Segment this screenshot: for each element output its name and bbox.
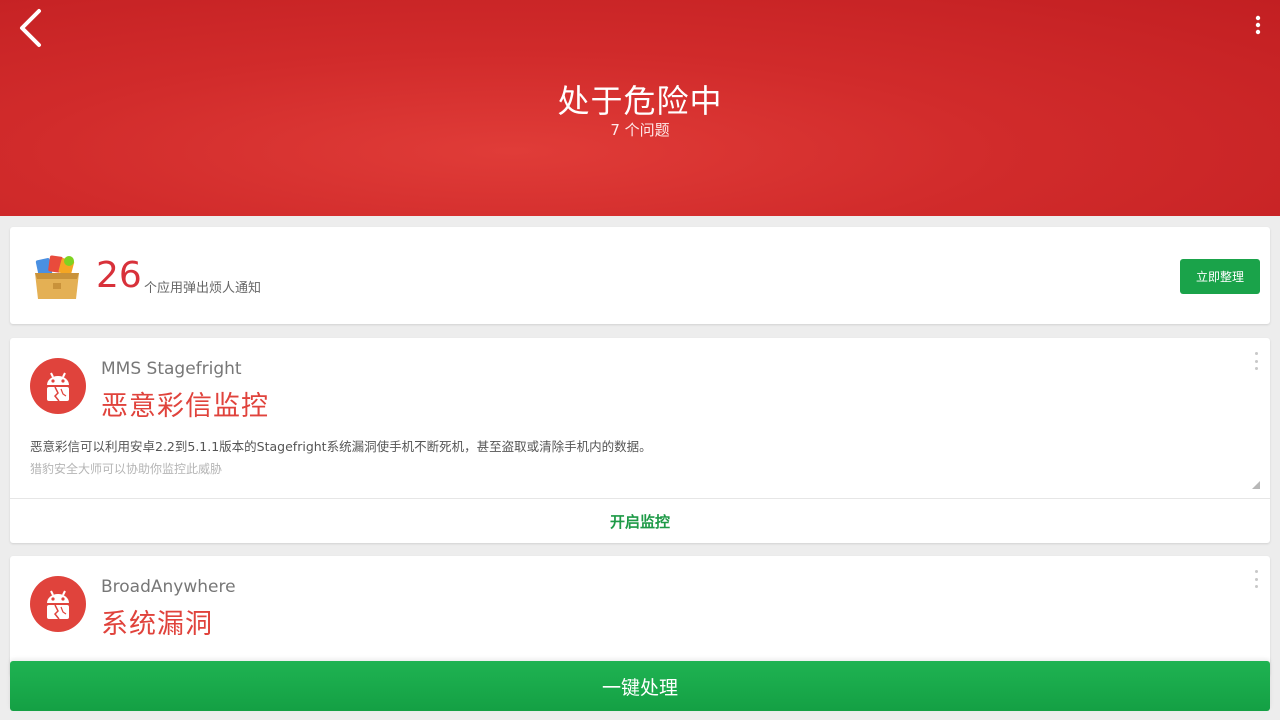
threat-name: MMS Stagefright xyxy=(101,359,242,379)
more-dot-icon xyxy=(1254,359,1258,363)
threat-card-broadanywhere: BroadAnywhere 系统漏洞 xyxy=(10,556,1270,676)
back-button[interactable] xyxy=(10,6,50,50)
fix-all-button[interactable]: 一键处理 xyxy=(10,661,1270,711)
threat-hint: 猎豹安全大师可以协助你监控此威胁 xyxy=(30,462,223,476)
more-dot-icon xyxy=(1254,367,1258,370)
notification-card: 26 个应用弹出烦人通知 立即整理 xyxy=(10,227,1270,324)
threat-card-stagefright: MMS Stagefright 恶意彩信监控 恶意彩信可以利用安卓2.2到5.1… xyxy=(10,338,1270,543)
issue-count: 7 个问题 xyxy=(610,121,670,139)
card-more-button[interactable] xyxy=(1252,352,1260,370)
broken-android-icon xyxy=(30,358,86,414)
broken-android-icon xyxy=(30,576,86,632)
chevron-left-icon xyxy=(20,9,41,47)
more-dot-icon xyxy=(1254,577,1258,581)
notification-description: 个应用弹出烦人通知 xyxy=(144,281,262,296)
resize-handle-icon xyxy=(1252,481,1260,489)
risk-header: 处于危险中 7 个问题 xyxy=(0,0,1280,216)
enable-monitoring-button[interactable]: 开启监控 xyxy=(10,499,1270,543)
annoying-app-count: 26 xyxy=(96,255,142,296)
more-menu-button[interactable] xyxy=(1246,10,1270,40)
card-more-button[interactable] xyxy=(1252,570,1260,588)
threat-name: BroadAnywhere xyxy=(101,577,236,597)
more-dot-icon xyxy=(1254,352,1258,355)
more-dot-icon xyxy=(1254,585,1258,588)
threat-title: 系统漏洞 xyxy=(101,609,213,640)
more-dot-icon xyxy=(1254,570,1258,573)
gift-box-icon xyxy=(35,255,79,299)
tidy-now-button[interactable]: 立即整理 xyxy=(1180,259,1260,294)
threat-title: 恶意彩信监控 xyxy=(101,391,269,422)
threat-description: 恶意彩信可以利用安卓2.2到5.1.1版本的Stagefright系统漏洞使手机… xyxy=(30,439,652,454)
more-vertical-icon xyxy=(1255,15,1261,35)
page-title: 处于危险中 xyxy=(557,82,723,120)
